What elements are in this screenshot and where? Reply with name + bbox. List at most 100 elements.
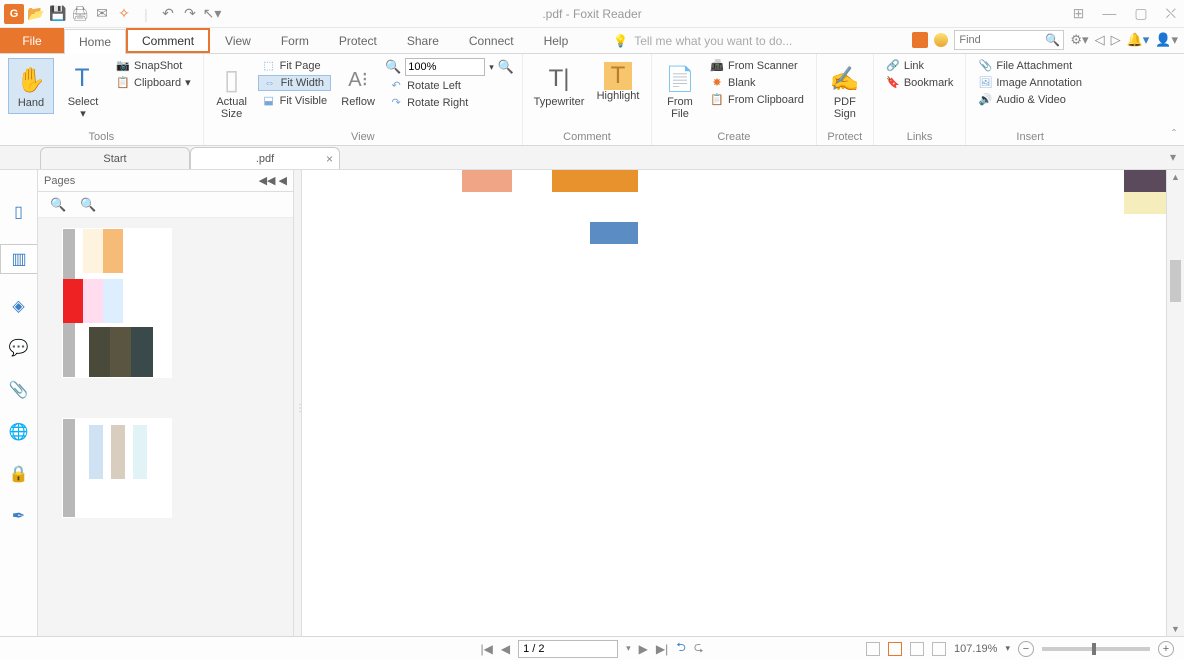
- collapse-ribbon-icon[interactable]: ˆ: [1172, 127, 1176, 141]
- blank-button[interactable]: ✸Blank: [706, 75, 808, 90]
- zoom-minus-button[interactable]: −: [1018, 641, 1034, 657]
- tab-comment[interactable]: Comment: [126, 28, 210, 53]
- scroll-thumb[interactable]: [1170, 260, 1181, 302]
- zoom-plus-button[interactable]: +: [1158, 641, 1174, 657]
- zoom-combo[interactable]: [405, 58, 485, 76]
- from-clipboard-button[interactable]: 📋From Clipboard: [706, 92, 808, 107]
- zoom-in-icon[interactable]: 🔍: [498, 59, 514, 75]
- settings-icon[interactable]: ⚙▾: [1070, 32, 1088, 48]
- splitter[interactable]: [294, 170, 302, 636]
- bell-icon[interactable]: 🔔▾: [1127, 32, 1150, 48]
- scroll-down-icon[interactable]: ▼: [1171, 624, 1180, 634]
- security-panel-icon[interactable]: 🔒: [9, 464, 29, 484]
- page-dropdown-icon[interactable]: ▾: [626, 643, 631, 654]
- document-view[interactable]: ▲ ▼: [302, 170, 1184, 636]
- bookmark-button[interactable]: 🔖Bookmark: [882, 75, 958, 90]
- email-icon[interactable]: ✉: [92, 4, 112, 24]
- prev-find-icon[interactable]: ◁: [1095, 32, 1105, 48]
- fit-width-button[interactable]: ⇔Fit Width: [258, 75, 331, 91]
- image-annotation-button[interactable]: 🖼Image Annotation: [974, 75, 1086, 90]
- zoom-knob[interactable]: [1092, 643, 1096, 655]
- select-button[interactable]: Ꭲ Select▾: [60, 58, 106, 124]
- rotate-left-button[interactable]: ↶Rotate Left: [385, 78, 514, 93]
- zoom-out-icon[interactable]: 🔍: [385, 59, 401, 75]
- zoom-dropdown-icon[interactable]: ▾: [1005, 643, 1010, 654]
- single-page-icon[interactable]: [866, 642, 880, 656]
- page-input[interactable]: [518, 640, 618, 658]
- next-find-icon[interactable]: ▷: [1111, 32, 1121, 48]
- thumbnails[interactable]: [38, 218, 293, 636]
- file-tab[interactable]: File: [0, 28, 64, 53]
- scroll-up-icon[interactable]: ▲: [1171, 172, 1180, 182]
- nav-back-icon[interactable]: ⮌: [676, 638, 686, 659]
- page-icon: ▯: [224, 62, 239, 96]
- tab-help[interactable]: Help: [529, 28, 584, 53]
- search-icon[interactable]: 🔍: [1045, 33, 1060, 47]
- user-icon[interactable]: 👤▾: [1155, 32, 1178, 48]
- thumb-zoom-in-icon[interactable]: 🔍: [80, 197, 96, 213]
- arrange-icon[interactable]: ⊞: [1073, 5, 1085, 22]
- fit-visible-button[interactable]: ⬓Fit Visible: [258, 93, 331, 108]
- tab-connect[interactable]: Connect: [454, 28, 529, 53]
- tab-form[interactable]: Form: [266, 28, 324, 53]
- close-icon[interactable]: ⛌: [1166, 5, 1176, 22]
- vertical-scrollbar[interactable]: ▲ ▼: [1166, 170, 1184, 636]
- comments-panel-icon[interactable]: 💬: [9, 338, 29, 358]
- fit-page-button[interactable]: ⬚Fit Page: [258, 58, 331, 73]
- open-icon[interactable]: 📂: [26, 4, 46, 24]
- app-icon[interactable]: G: [4, 4, 24, 24]
- nav-forward-icon[interactable]: ⮎: [694, 638, 704, 659]
- snapshot-qat-icon[interactable]: ✧: [114, 4, 134, 24]
- last-page-icon[interactable]: ▶|: [656, 642, 668, 656]
- connect-panel-icon[interactable]: 🌐: [9, 422, 29, 442]
- tab-view[interactable]: View: [210, 28, 266, 53]
- heart-icon[interactable]: [912, 32, 928, 48]
- undo-icon[interactable]: ↶: [158, 4, 178, 24]
- pdf-sign-button[interactable]: ✍ PDF Sign: [825, 58, 865, 124]
- tell-me-search[interactable]: 💡 Tell me what you want to do...: [613, 28, 792, 53]
- reflow-button[interactable]: A⁝ Reflow: [337, 58, 379, 112]
- minimize-icon[interactable]: —: [1102, 5, 1116, 22]
- doctab-pdf[interactable]: .pdf×: [190, 147, 340, 169]
- snapshot-button[interactable]: 📷SnapShot: [112, 58, 195, 73]
- actual-size-button[interactable]: ▯ Actual Size: [212, 58, 252, 124]
- layers-panel-icon[interactable]: ◈: [12, 296, 24, 316]
- maximize-icon[interactable]: ▢: [1134, 5, 1147, 22]
- typewriter-button[interactable]: T| Typewriter: [531, 58, 587, 112]
- from-scanner-button[interactable]: 📠From Scanner: [706, 58, 808, 73]
- thumb-zoom-out-icon[interactable]: 🔍: [50, 197, 66, 213]
- doctabs-dropdown-icon[interactable]: ▾: [1170, 150, 1176, 164]
- link-button[interactable]: 🔗Link: [882, 58, 958, 73]
- from-file-button[interactable]: 📄 From File: [660, 58, 700, 124]
- redo-icon[interactable]: ↷: [180, 4, 200, 24]
- cursor-mode-icon[interactable]: ↖▾: [202, 4, 222, 24]
- tab-protect[interactable]: Protect: [324, 28, 392, 53]
- continuous-page-icon[interactable]: [888, 642, 902, 656]
- thumb-page-2[interactable]: [62, 418, 172, 518]
- first-page-icon[interactable]: |◀: [481, 642, 493, 656]
- tab-home[interactable]: Home: [64, 29, 126, 54]
- zoom-slider[interactable]: [1042, 647, 1150, 651]
- tab-share[interactable]: Share: [392, 28, 454, 53]
- close-tab-icon[interactable]: ×: [326, 152, 333, 166]
- bookmarks-panel-icon[interactable]: ▯: [14, 202, 23, 222]
- coin-icon[interactable]: [934, 33, 948, 47]
- signatures-panel-icon[interactable]: ✒: [12, 506, 25, 526]
- clipboard-button[interactable]: 📋Clipboard ▾: [112, 75, 195, 90]
- attachments-panel-icon[interactable]: 📎: [9, 380, 29, 400]
- continuous-facing-icon[interactable]: [932, 642, 946, 656]
- thumb-page-1[interactable]: [62, 228, 172, 378]
- print-icon[interactable]: 🖨: [70, 4, 90, 24]
- pages-collapse-icon[interactable]: ◀◀ ◀: [259, 174, 287, 187]
- next-page-icon[interactable]: ▶: [639, 642, 648, 656]
- audio-video-button[interactable]: 🔊Audio & Video: [974, 92, 1086, 107]
- rotate-right-button[interactable]: ↷Rotate Right: [385, 95, 514, 110]
- doctab-start[interactable]: Start: [40, 147, 190, 169]
- highlight-button[interactable]: T Highlight: [593, 58, 643, 106]
- facing-page-icon[interactable]: [910, 642, 924, 656]
- hand-button[interactable]: ✋ Hand: [8, 58, 54, 114]
- pages-panel-icon[interactable]: ▥: [0, 244, 37, 274]
- prev-page-icon[interactable]: ◀: [501, 642, 510, 656]
- save-icon[interactable]: 💾: [48, 4, 68, 24]
- attachment-button[interactable]: 📎File Attachment: [974, 58, 1086, 73]
